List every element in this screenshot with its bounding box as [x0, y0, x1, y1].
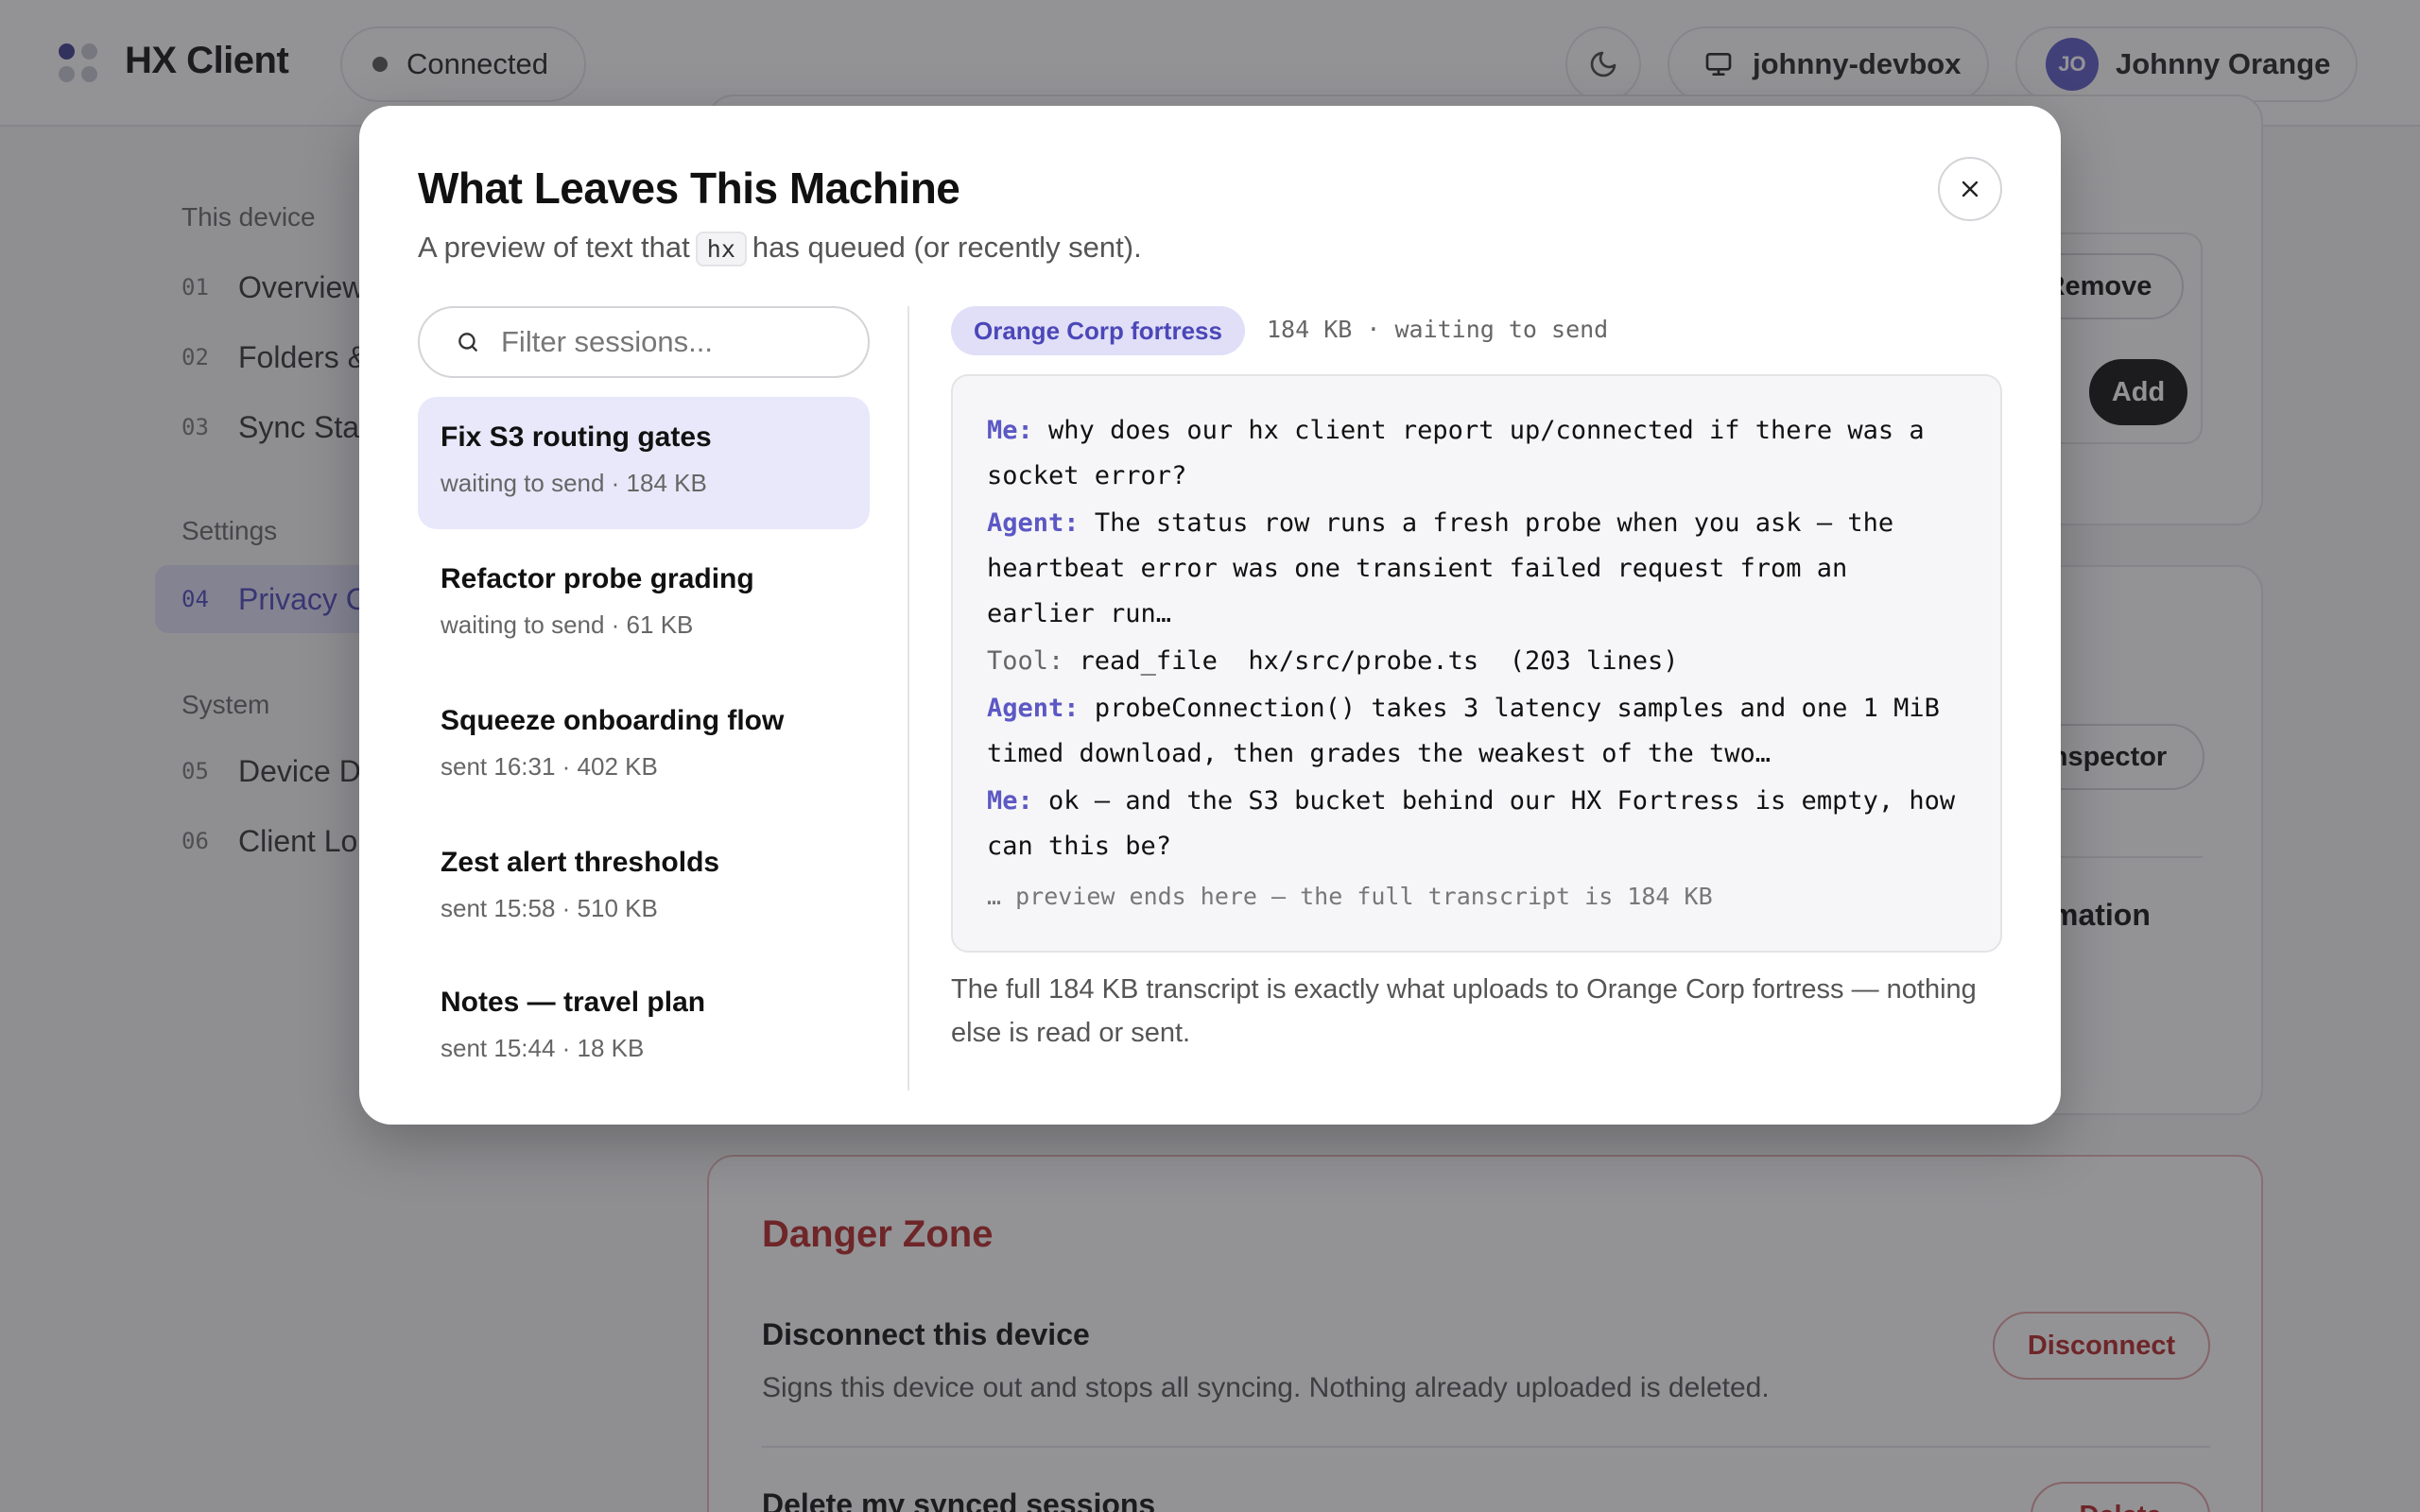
message-text: read_file hx/src/probe.ts (203 lines) [1079, 646, 1679, 676]
session-item-zest-alert[interactable]: Zest alert thresholds sent 15:58 · 510 K… [418, 822, 870, 954]
modal-title: What Leaves This Machine [418, 163, 960, 213]
subtitle-text: has queued (or recently sent). [752, 231, 1142, 264]
transcript-preview: Me: why does our hx client report up/con… [951, 374, 2002, 953]
upload-footnote: The full 184 KB transcript is exactly wh… [951, 974, 1977, 1048]
search-icon [458, 333, 477, 352]
what-leaves-modal: What Leaves This Machine A preview of te… [359, 106, 2061, 1125]
transcript-line: Agent: The status row runs a fresh probe… [987, 501, 1966, 637]
speaker-label: Agent: [987, 508, 1080, 538]
session-title: Refactor probe grading [441, 563, 754, 594]
message-text: probeConnection() takes 3 latency sample… [987, 694, 1956, 768]
modal-subtitle: A preview of text that hx has queued (or r… [418, 231, 1142, 266]
filter-sessions-input[interactable] [501, 325, 841, 359]
destination-meta: 184 KB · waiting to send [1267, 316, 1609, 343]
speaker-label: Agent: [987, 694, 1080, 723]
transcript-line: Me: why does our hx client report up/con… [987, 408, 1966, 499]
speaker-label: Me: [987, 416, 1033, 445]
destination-badge: Orange Corp fortress [951, 306, 1245, 355]
session-title: Fix S3 routing gates [441, 421, 712, 453]
close-icon [1962, 180, 1979, 198]
session-meta: sent 15:44 · 18 KB [441, 1034, 645, 1062]
session-meta: sent 16:31 · 402 KB [441, 752, 658, 781]
filter-sessions-field[interactable] [418, 306, 870, 378]
speaker-label: Tool: [987, 646, 1064, 676]
subtitle-code: hx [695, 232, 747, 266]
message-text: The status row runs a fresh probe when y… [987, 508, 1910, 628]
session-item-fix-s3[interactable]: Fix S3 routing gates waiting to send · 1… [418, 397, 870, 529]
message-text: ok — and the S3 bucket behind our HX For… [987, 786, 1971, 861]
session-title: Squeeze onboarding flow [441, 705, 785, 736]
session-meta: waiting to send · 61 KB [441, 610, 694, 639]
session-title: Notes — travel plan [441, 987, 706, 1018]
session-item-squeeze-onboarding[interactable]: Squeeze onboarding flow sent 16:31 · 402… [418, 680, 870, 813]
close-button[interactable] [1938, 157, 2002, 221]
transcript-line: Agent: probeConnection() takes 3 latency… [987, 686, 1966, 777]
session-meta: sent 15:58 · 510 KB [441, 894, 658, 922]
transcript-line: Tool: read_file hx/src/probe.ts (203 lin… [987, 639, 1966, 684]
session-meta: waiting to send · 184 KB [441, 469, 707, 497]
preview-end-note: … preview ends here — the full transcrip… [987, 883, 1713, 910]
session-item-notes-travel[interactable]: Notes — travel plan sent 15:44 · 18 KB [418, 962, 870, 1094]
transcript-line: Me: ok — and the S3 bucket behind our HX… [987, 779, 1966, 869]
pane-divider [908, 306, 909, 1091]
speaker-label: Me: [987, 786, 1033, 816]
message-text: why does our hx client report up/connect… [987, 416, 1940, 490]
session-item-refactor-probe[interactable]: Refactor probe grading waiting to send ·… [418, 539, 870, 671]
subtitle-text: A preview of text that [418, 231, 690, 264]
session-title: Zest alert thresholds [441, 847, 720, 878]
